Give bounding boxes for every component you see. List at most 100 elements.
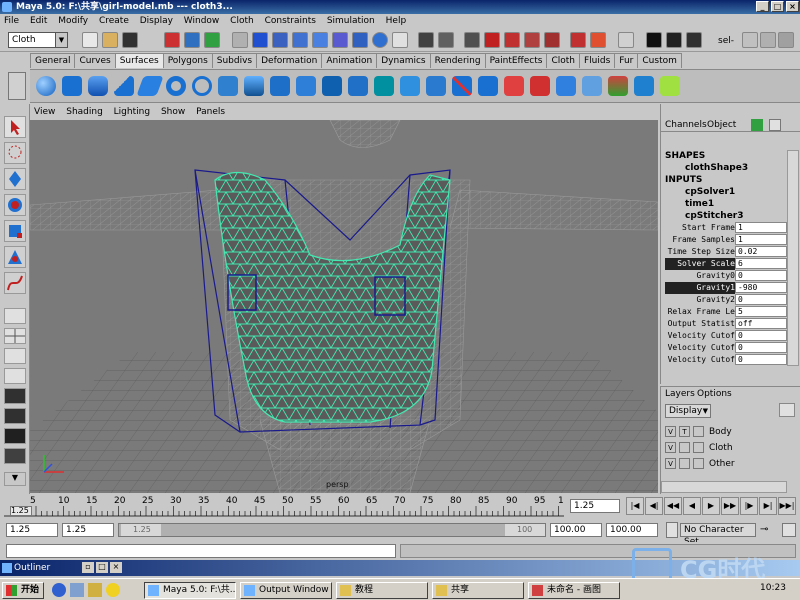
range-bar[interactable]: 1.25 100 (118, 523, 546, 537)
rotate-tool-icon[interactable] (4, 194, 26, 216)
menu-modify[interactable]: Modify (54, 14, 92, 28)
minimize-button[interactable]: _ (756, 1, 769, 12)
tab-deformation[interactable]: Deformation (256, 53, 323, 68)
layer-template-toggle[interactable]: T (679, 426, 690, 437)
help-icon[interactable] (392, 32, 408, 48)
scale-tool-icon[interactable] (4, 220, 26, 242)
maximize-button[interactable]: □ (771, 1, 784, 12)
nurbs-plane-icon[interactable] (136, 76, 164, 96)
curve-icon[interactable] (292, 32, 308, 48)
range-start-handle[interactable]: 1.25 (121, 524, 161, 536)
snap-view-plane-icon[interactable] (524, 32, 540, 48)
tab-layers[interactable]: Layers (665, 389, 695, 399)
attribute-value-field[interactable]: 0 (735, 270, 787, 281)
menu-constraints[interactable]: Constraints (261, 14, 320, 28)
tab-rendering[interactable]: Rendering (429, 53, 486, 68)
input-node[interactable]: cpStitcher3 (661, 210, 800, 222)
layer-template-toggle[interactable] (679, 458, 690, 469)
time-slider[interactable]: 5 10 15 20 25 30 35 40 45 50 55 60 65 70… (0, 494, 800, 518)
untrim-icon[interactable] (530, 76, 550, 96)
attribute-label[interactable]: Output Statist (665, 318, 735, 330)
last-tool-icon[interactable] (4, 272, 26, 294)
lock-icon[interactable] (418, 32, 434, 48)
layer-item[interactable]: V Cloth (665, 441, 793, 455)
step-forward-key-button[interactable]: ▶▶ (721, 497, 739, 515)
handle-icon[interactable] (252, 32, 268, 48)
attribute-value-field[interactable]: 0 (735, 354, 787, 365)
bevel-icon[interactable] (426, 76, 446, 96)
tab-polygons[interactable]: Polygons (162, 53, 213, 68)
tab-cloth[interactable]: Cloth (546, 53, 580, 68)
pick-mask-icon[interactable] (232, 32, 248, 48)
attribute-value-field[interactable]: 0 (735, 342, 787, 353)
surface-icon[interactable] (312, 32, 328, 48)
fillet-icon[interactable] (608, 76, 628, 96)
stitch-icon[interactable] (634, 76, 654, 96)
taskbar-paint-button[interactable]: 未命名 - 画图 (528, 582, 620, 599)
viewport-menu-view[interactable]: View (30, 104, 59, 120)
viewport-menu-show[interactable]: Show (157, 104, 189, 120)
layer-visibility-toggle[interactable]: V (665, 426, 676, 437)
menu-help[interactable]: Help (382, 14, 411, 28)
attribute-editor-toggle-icon[interactable] (769, 119, 781, 131)
square-surface-icon[interactable] (400, 76, 420, 96)
current-time-marker[interactable]: 1.25 (10, 506, 32, 516)
open-scene-icon[interactable] (102, 32, 118, 48)
playback-start-field[interactable]: 1.25 (62, 523, 114, 537)
menu-edit[interactable]: Edit (26, 14, 51, 28)
layer-item[interactable]: V T Body (665, 425, 793, 439)
manipulator-tool-icon[interactable] (4, 246, 26, 268)
attribute-value-field[interactable]: 0 (735, 294, 787, 305)
persp-outliner-layout-icon[interactable] (4, 348, 26, 364)
layer-color-swatch[interactable] (693, 442, 704, 453)
layer-type-dropdown[interactable]: Display ▼ (665, 404, 711, 418)
persp-graph-layout-icon[interactable] (4, 368, 26, 384)
show-attribute-editor-icon[interactable] (742, 32, 758, 48)
tab-fluids[interactable]: Fluids (579, 53, 616, 68)
new-layer-icon[interactable] (779, 403, 795, 417)
nurbs-sphere-icon[interactable] (36, 76, 56, 96)
layer-scrollbar[interactable] (661, 481, 787, 493)
planar-icon[interactable] (296, 76, 316, 96)
input-node[interactable]: cpSolver1 (661, 186, 800, 198)
tab-fur[interactable]: Fur (614, 53, 639, 68)
layer-color-swatch[interactable] (693, 426, 704, 437)
menu-create[interactable]: Create (95, 14, 133, 28)
show-desktop-icon[interactable] (70, 583, 84, 597)
selection-highlight-icon[interactable] (438, 32, 454, 48)
construction-history-icon[interactable] (618, 32, 634, 48)
sculpt-icon[interactable] (660, 76, 680, 96)
nurbs-cone-icon[interactable] (114, 76, 134, 96)
loft-icon[interactable] (270, 76, 290, 96)
step-back-button[interactable]: ◀| (645, 497, 663, 515)
command-input[interactable] (6, 544, 396, 558)
channel-box-toggle-icon[interactable] (751, 119, 763, 131)
step-forward-button[interactable]: |▶ (740, 497, 758, 515)
snap-curve-icon[interactable] (484, 32, 500, 48)
move-tool-icon[interactable] (4, 168, 26, 190)
nurbs-cylinder-icon[interactable] (88, 76, 108, 96)
snap-point-icon[interactable] (504, 32, 520, 48)
window-title-bar[interactable]: Maya 5.0: F:\共享\girl-model.mb --- cloth3… (0, 0, 800, 14)
taskbar-maya-button[interactable]: Maya 5.0: F:\共... (144, 582, 236, 599)
character-set-icon[interactable] (666, 522, 678, 538)
start-button[interactable]: 开始 (2, 582, 44, 599)
shelf-menu-button[interactable] (8, 72, 26, 100)
select-hierarchy-icon[interactable] (164, 32, 180, 48)
outliner-close-button[interactable]: × (110, 562, 122, 573)
birail-icon[interactable] (348, 76, 368, 96)
lasso-tool-icon[interactable] (4, 142, 26, 164)
attribute-label[interactable]: Velocity Cutof (665, 342, 735, 354)
outliner-restore-button[interactable]: ▫ (82, 562, 94, 573)
joint-icon[interactable] (272, 32, 288, 48)
close-button[interactable]: × (786, 1, 799, 12)
attribute-label[interactable]: Gravity1 (665, 282, 735, 294)
attribute-value-field[interactable]: 1 (735, 222, 787, 233)
animation-start-field[interactable]: 1.25 (6, 523, 58, 537)
tab-options[interactable]: Options (697, 389, 732, 399)
attribute-label[interactable]: Time Step Size (665, 246, 735, 258)
menu-display[interactable]: Display (136, 14, 177, 28)
menu-set-dropdown[interactable]: Cloth ▼ (8, 32, 68, 48)
nurbs-cube-icon[interactable] (62, 76, 82, 96)
channel-box-scrollbar[interactable] (787, 150, 799, 366)
